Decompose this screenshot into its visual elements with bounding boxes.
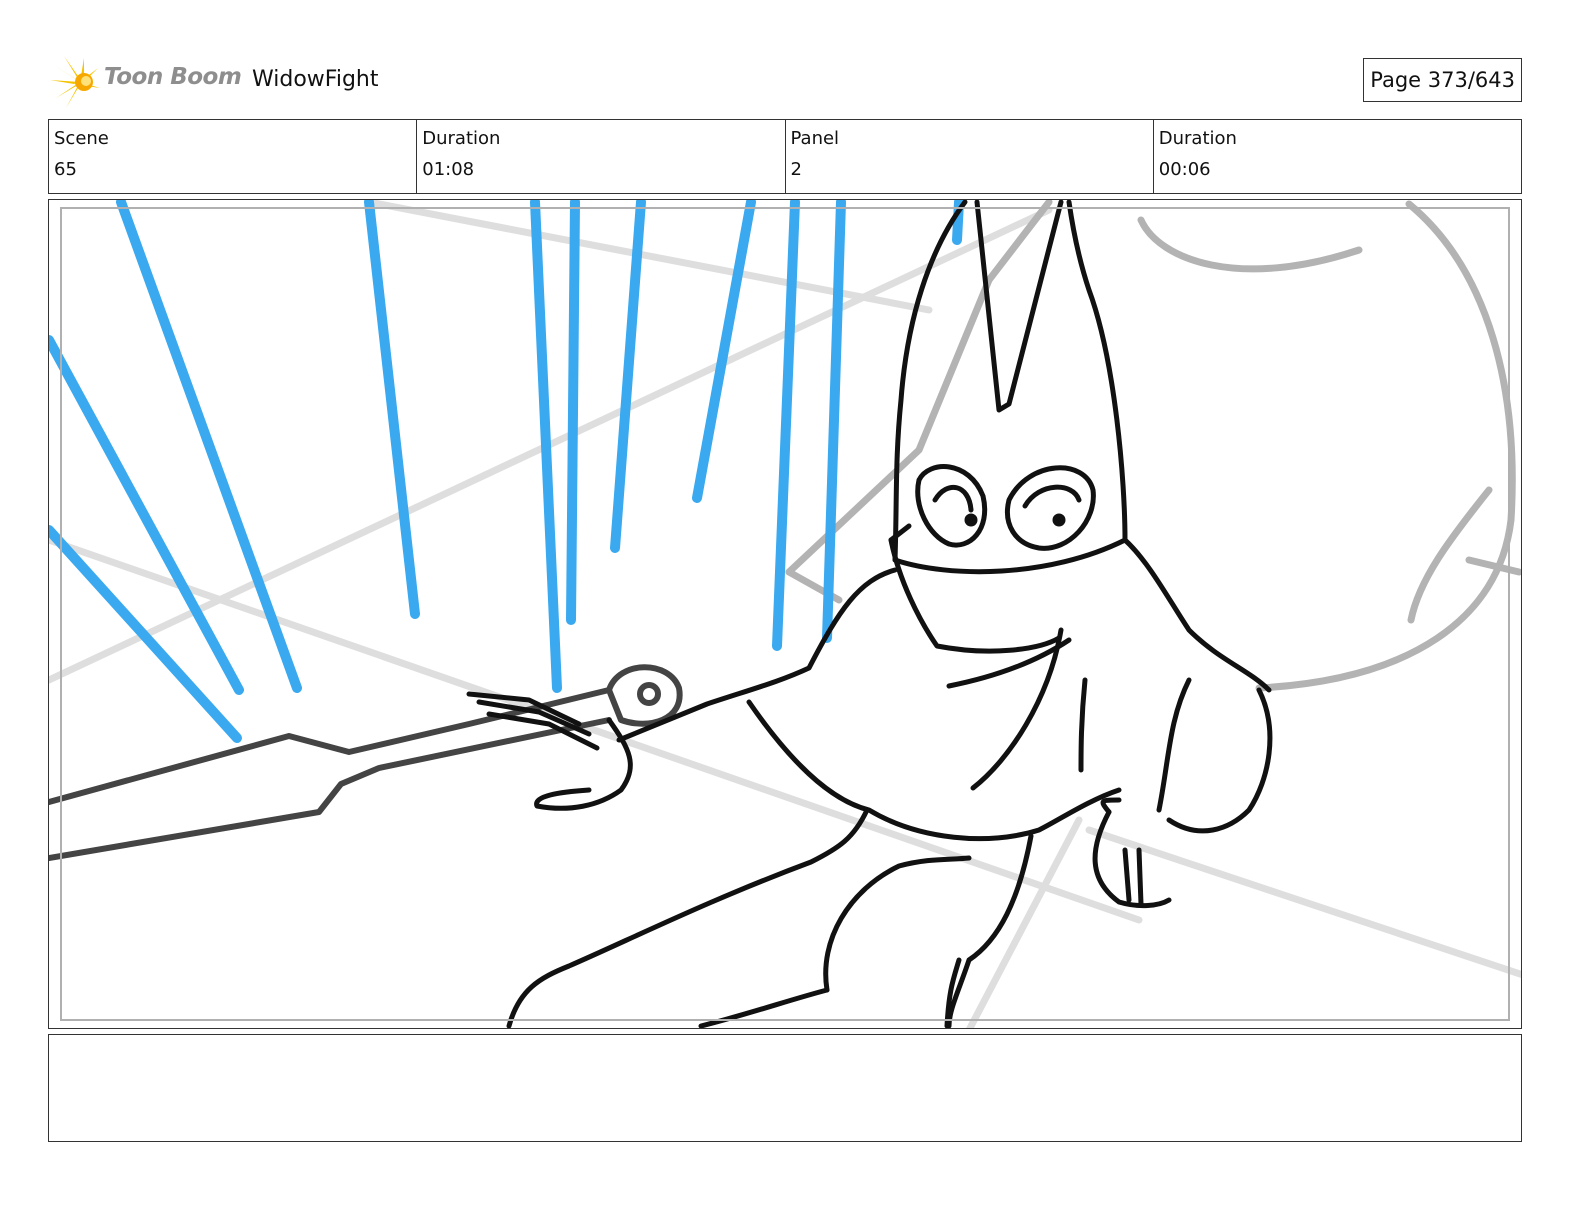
panel-duration-value: 00:06: [1158, 159, 1211, 180]
page-counter: Page 373/643: [1363, 58, 1522, 102]
page-header: Toon Boom WidowFight Page 373/643: [48, 52, 1522, 112]
storyboard-drawing-icon: [49, 200, 1521, 1028]
scene-duration-value: 01:08: [422, 159, 475, 180]
panel-label: Panel: [790, 128, 840, 149]
logo-text: Toon Boom: [104, 64, 242, 90]
panel-notes-box: [48, 1034, 1522, 1142]
project-title: WidowFight: [252, 67, 379, 92]
scene-label: Scene: [54, 128, 109, 149]
storyboard-panel: [48, 199, 1522, 1029]
scene-value: 65: [54, 159, 77, 180]
scene-duration-cell: Duration 01:08: [416, 120, 784, 193]
panel-duration-cell: Duration 00:06: [1152, 120, 1521, 193]
panel-info-table: Scene 65 Duration 01:08 Panel 2 Duration…: [48, 119, 1522, 194]
scene-duration-label: Duration: [422, 128, 501, 149]
toon-boom-logo: Toon Boom: [50, 54, 242, 110]
sunburst-logo-icon: [50, 56, 100, 108]
panel-cell: Panel 2: [784, 120, 1153, 193]
scene-cell: Scene 65: [49, 120, 416, 193]
panel-duration-label: Duration: [1158, 128, 1237, 149]
panel-value: 2: [790, 159, 802, 180]
